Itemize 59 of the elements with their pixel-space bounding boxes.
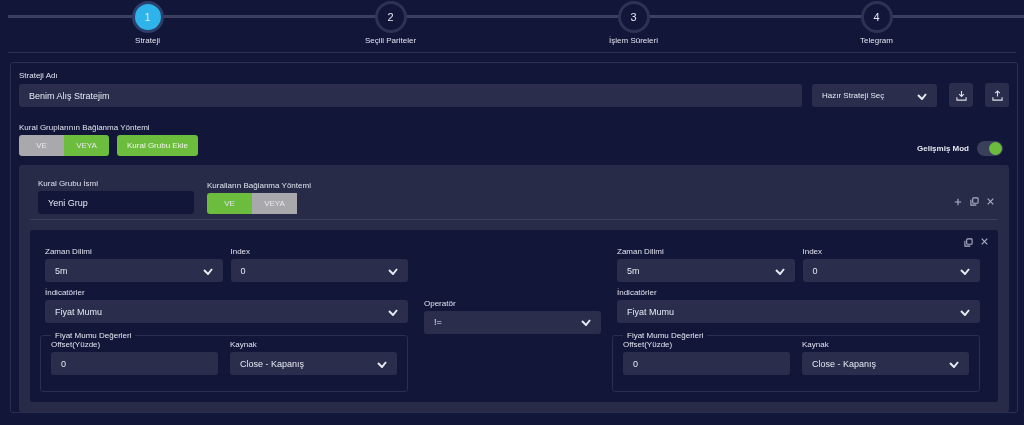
field-label: Zaman Dilimi bbox=[45, 247, 93, 256]
select-field[interactable]: Fiyat Mumu bbox=[45, 300, 408, 323]
panel-title: Fiyat Mumu Değerleri bbox=[54, 331, 133, 340]
field-label: Offset(Yüzde) bbox=[623, 340, 674, 349]
step-circle[interactable]: 2 bbox=[374, 1, 407, 33]
close-icon[interactable] bbox=[987, 198, 994, 205]
input-field[interactable]: Yeni Grup bbox=[38, 191, 194, 214]
field-label: Kaynak bbox=[802, 340, 830, 349]
field-label: Kuralların Bağlanma Yöntemi bbox=[207, 181, 311, 190]
chevron-icon bbox=[202, 266, 213, 275]
chevron-icon bbox=[377, 359, 387, 368]
field-label: İndicatörler bbox=[45, 288, 86, 297]
select-field[interactable]: 0 bbox=[230, 259, 408, 282]
field-label: Kural Gruplarının Bağlanma Yöntemi bbox=[19, 123, 151, 132]
advanced-mode-toggle[interactable] bbox=[977, 141, 1003, 156]
chevron-icon bbox=[917, 91, 927, 100]
step-circle[interactable]: 3 bbox=[617, 1, 650, 33]
chevron-icon bbox=[388, 307, 398, 316]
select-field[interactable]: 5m bbox=[617, 259, 795, 282]
copy-icon[interactable] bbox=[970, 197, 979, 206]
step-label: Telegram bbox=[860, 36, 893, 45]
input-field[interactable]: 0 bbox=[51, 352, 218, 375]
field-label: Kaynak bbox=[230, 340, 258, 349]
download-button[interactable] bbox=[949, 83, 973, 107]
chevron-icon bbox=[774, 266, 785, 275]
chevron-icon bbox=[388, 266, 398, 275]
select-field[interactable]: Close - Kapanış bbox=[802, 352, 969, 375]
download-icon bbox=[955, 89, 967, 101]
field-label: Zaman Dilimi bbox=[617, 247, 665, 256]
upload-icon bbox=[991, 89, 1003, 101]
upload-button[interactable] bbox=[985, 83, 1009, 107]
field-label: Index bbox=[802, 247, 824, 256]
input-field[interactable]: Benim Alış Stratejim bbox=[19, 84, 802, 107]
select-field[interactable]: 0 bbox=[802, 259, 980, 282]
field-label: Operatör bbox=[424, 298, 457, 308]
chevron-icon bbox=[949, 359, 959, 368]
select-field[interactable]: Close - Kapanış bbox=[230, 352, 397, 375]
field-label: Offset(Yüzde) bbox=[51, 340, 102, 349]
select-field[interactable]: != bbox=[424, 310, 601, 334]
select-field[interactable]: Fiyat Mumu bbox=[617, 300, 980, 323]
toggle-label: Gelişmiş Mod bbox=[917, 144, 969, 153]
chevron-icon bbox=[960, 266, 970, 275]
select-field[interactable]: 5m bbox=[45, 259, 223, 282]
close-icon[interactable] bbox=[981, 238, 988, 245]
step-label: İşlem Süreleri bbox=[609, 36, 658, 45]
copy-icon[interactable] bbox=[964, 238, 973, 247]
field-label: Kural Grubu İsmi bbox=[38, 179, 100, 188]
field-label: Strateji Adı bbox=[19, 71, 59, 80]
step-label: Strateji bbox=[135, 36, 160, 45]
field-label: Index bbox=[230, 247, 252, 256]
add-icon[interactable] bbox=[954, 197, 962, 206]
step-circle[interactable]: 4 bbox=[860, 1, 893, 33]
panel-title: Fiyat Mumu Değerleri bbox=[626, 331, 705, 340]
field-label: İndicatörler bbox=[617, 288, 658, 297]
chevron-icon bbox=[581, 318, 591, 326]
input-field[interactable]: 0 bbox=[623, 352, 790, 375]
chevron-icon bbox=[960, 307, 970, 316]
step-label: Seçili Pariteler bbox=[364, 36, 417, 45]
select-field[interactable]: Hazır Strateji Seç bbox=[812, 84, 937, 107]
